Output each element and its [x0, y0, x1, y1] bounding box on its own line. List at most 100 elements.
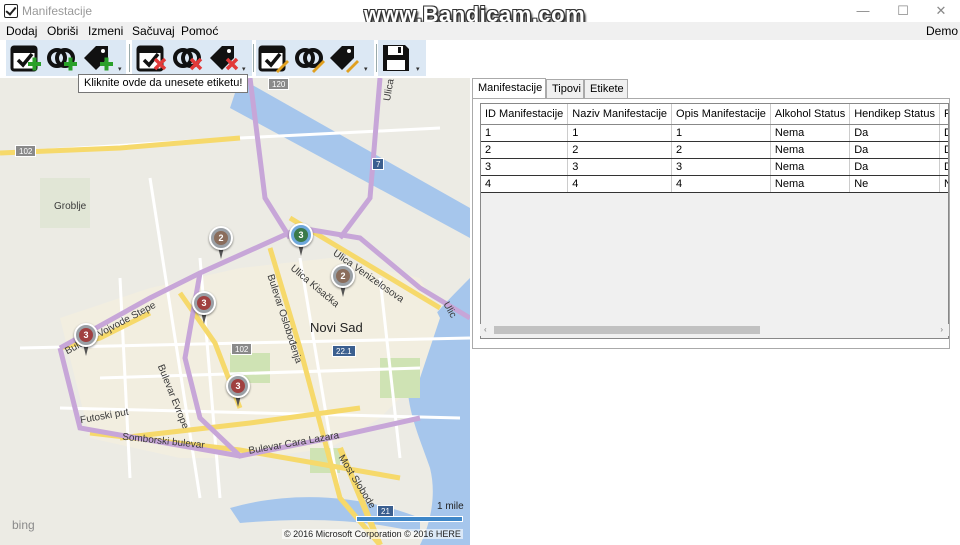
tab-etikete[interactable]: Etikete	[584, 79, 628, 98]
table-cell[interactable]: Ne	[849, 175, 940, 193]
column-header[interactable]: ID Manifestacije	[481, 104, 569, 125]
table-cell[interactable]: 1	[671, 124, 771, 142]
toolbar-delete-group: ▾	[132, 40, 252, 76]
calendar-add-icon	[10, 45, 41, 72]
calendar-delete-icon	[136, 45, 167, 72]
menu-pomoc[interactable]: Pomoć	[181, 24, 218, 38]
column-header[interactable]: Alkohol Status	[770, 104, 851, 125]
tab-tipovi[interactable]: Tipovi	[546, 79, 584, 98]
app-checkmark-icon	[4, 4, 18, 18]
table-cell[interactable]: 3	[481, 158, 569, 176]
manifestations-table: ID Manifestacije Naziv Manifestacije Opi…	[481, 104, 948, 193]
manifestation-pin[interactable]: 3	[192, 291, 216, 325]
delete-tag-button[interactable]	[208, 42, 240, 74]
add-tag-button[interactable]	[82, 42, 114, 74]
title-bar: Manifestacije www.Bandicam.com — ☐ ✕	[0, 0, 960, 27]
route-shield-22-1: 22.1	[332, 345, 356, 357]
manifestation-pin[interactable]: 3	[226, 374, 250, 408]
edit-manifestation-button[interactable]	[258, 42, 290, 74]
manifestation-pin[interactable]: 3	[74, 323, 98, 357]
calendar-edit-icon	[258, 45, 289, 73]
table-cell[interactable]: Ne	[939, 175, 948, 193]
edit-tag-button[interactable]	[328, 42, 360, 74]
tab-manifestacije[interactable]: Manifestacije	[472, 78, 546, 99]
table-cell[interactable]: Da	[939, 141, 948, 159]
menu-obrisi[interactable]: Obriši	[47, 24, 78, 38]
column-header[interactable]: Opis Manifestacije	[671, 104, 771, 125]
tag-edit-icon	[330, 46, 359, 73]
table-cell[interactable]: Nema	[770, 158, 851, 176]
save-button[interactable]	[380, 42, 412, 74]
menu-demo[interactable]: Demo	[926, 24, 958, 38]
table-cell[interactable]: Da	[849, 158, 940, 176]
pin-badge: 2	[214, 231, 228, 245]
scroll-right-icon[interactable]: ›	[940, 324, 943, 336]
scrollbar-thumb[interactable]	[494, 326, 760, 334]
menu-dodaj[interactable]: Dodaj	[6, 24, 37, 38]
menu-sacuvaj[interactable]: Sačuvaj	[132, 24, 175, 38]
tab-panel: ID Manifestacije Naziv Manifestacije Opi…	[472, 98, 950, 349]
map-label-city: Novi Sad	[310, 320, 363, 335]
table-cell[interactable]: Da	[939, 158, 948, 176]
route-shield-102: 102	[15, 145, 37, 157]
manifestation-pin[interactable]: 2	[331, 264, 355, 298]
table-cell[interactable]: Nema	[770, 141, 851, 159]
scroll-left-icon[interactable]: ‹	[484, 324, 487, 336]
table-cell[interactable]: Da	[939, 124, 948, 142]
table-cell[interactable]: 2	[671, 141, 771, 159]
table-cell[interactable]: 4	[567, 175, 673, 193]
menu-izmeni[interactable]: Izmeni	[88, 24, 123, 38]
delete-manifestation-button[interactable]	[136, 42, 168, 74]
edit-type-button[interactable]	[294, 42, 326, 74]
horizontal-scrollbar[interactable]: ‹ ›	[480, 324, 949, 336]
pin-badge: 2	[336, 269, 350, 283]
edit-tag-dropdown-icon[interactable]: ▾	[364, 65, 368, 73]
table-row[interactable]: 3 3 3 Nema Da Da	[481, 158, 948, 176]
table-cell[interactable]: Nema	[770, 175, 851, 193]
toolbar-add-group: ▾	[6, 40, 126, 76]
add-tag-dropdown-icon[interactable]: ▾	[118, 65, 122, 73]
add-manifestation-button[interactable]	[10, 42, 42, 74]
table-row[interactable]: 4 4 4 Nema Ne Ne	[481, 175, 948, 193]
route-shield-102: 102	[231, 343, 253, 355]
toolbar-save-group: ▾	[378, 40, 426, 76]
pin-head: 2	[209, 226, 233, 250]
delete-tag-dropdown-icon[interactable]: ▾	[242, 65, 246, 73]
manifestations-grid[interactable]: ID Manifestacije Naziv Manifestacije Opi…	[480, 103, 949, 339]
pin-badge: 3	[231, 379, 245, 393]
bing-map[interactable]: Groblje Bulevar Vojvode Stepe Bulevar Ev…	[0, 78, 470, 545]
table-cell[interactable]: Da	[849, 141, 940, 159]
delete-type-button[interactable]	[172, 42, 204, 74]
table-cell[interactable]: 4	[481, 175, 569, 193]
toolbar-separator	[376, 44, 377, 72]
column-header[interactable]: Hendikep Status	[849, 104, 940, 125]
types-add-icon	[47, 48, 77, 71]
manifestation-pin[interactable]: 2	[209, 226, 233, 260]
table-cell[interactable]: Da	[849, 124, 940, 142]
types-delete-icon	[173, 48, 203, 71]
save-dropdown-icon[interactable]: ▾	[416, 65, 420, 73]
table-cell[interactable]: 3	[671, 158, 771, 176]
table-cell[interactable]: 1	[567, 124, 673, 142]
table-cell[interactable]: 4	[671, 175, 771, 193]
types-edit-icon	[295, 48, 325, 73]
table-cell[interactable]: 3	[567, 158, 673, 176]
table-row[interactable]: 1 1 1 Nema Da Da	[481, 124, 948, 142]
toolbar-tooltip: Kliknite ovde da unesete etiketu!	[78, 74, 249, 93]
add-type-button[interactable]	[46, 42, 78, 74]
table-cell[interactable]: 2	[567, 141, 673, 159]
table-cell[interactable]: 2	[481, 141, 569, 159]
map-label-groblje: Groblje	[54, 201, 87, 212]
close-button[interactable]: ✕	[918, 0, 960, 22]
window-title: Manifestacije	[22, 4, 93, 18]
manifestation-pin[interactable]: 3	[289, 223, 313, 257]
column-header[interactable]: Puš	[939, 104, 948, 125]
save-icon	[383, 45, 409, 71]
table-cell[interactable]: 1	[481, 124, 569, 142]
route-shield-7: 7	[372, 158, 385, 170]
map-canvas	[0, 78, 470, 545]
table-cell[interactable]: Nema	[770, 124, 851, 142]
map-copyright: © 2016 Microsoft Corporation © 2016 HERE	[282, 529, 463, 539]
table-row[interactable]: 2 2 2 Nema Da Da	[481, 141, 948, 159]
column-header[interactable]: Naziv Manifestacije	[567, 104, 673, 125]
